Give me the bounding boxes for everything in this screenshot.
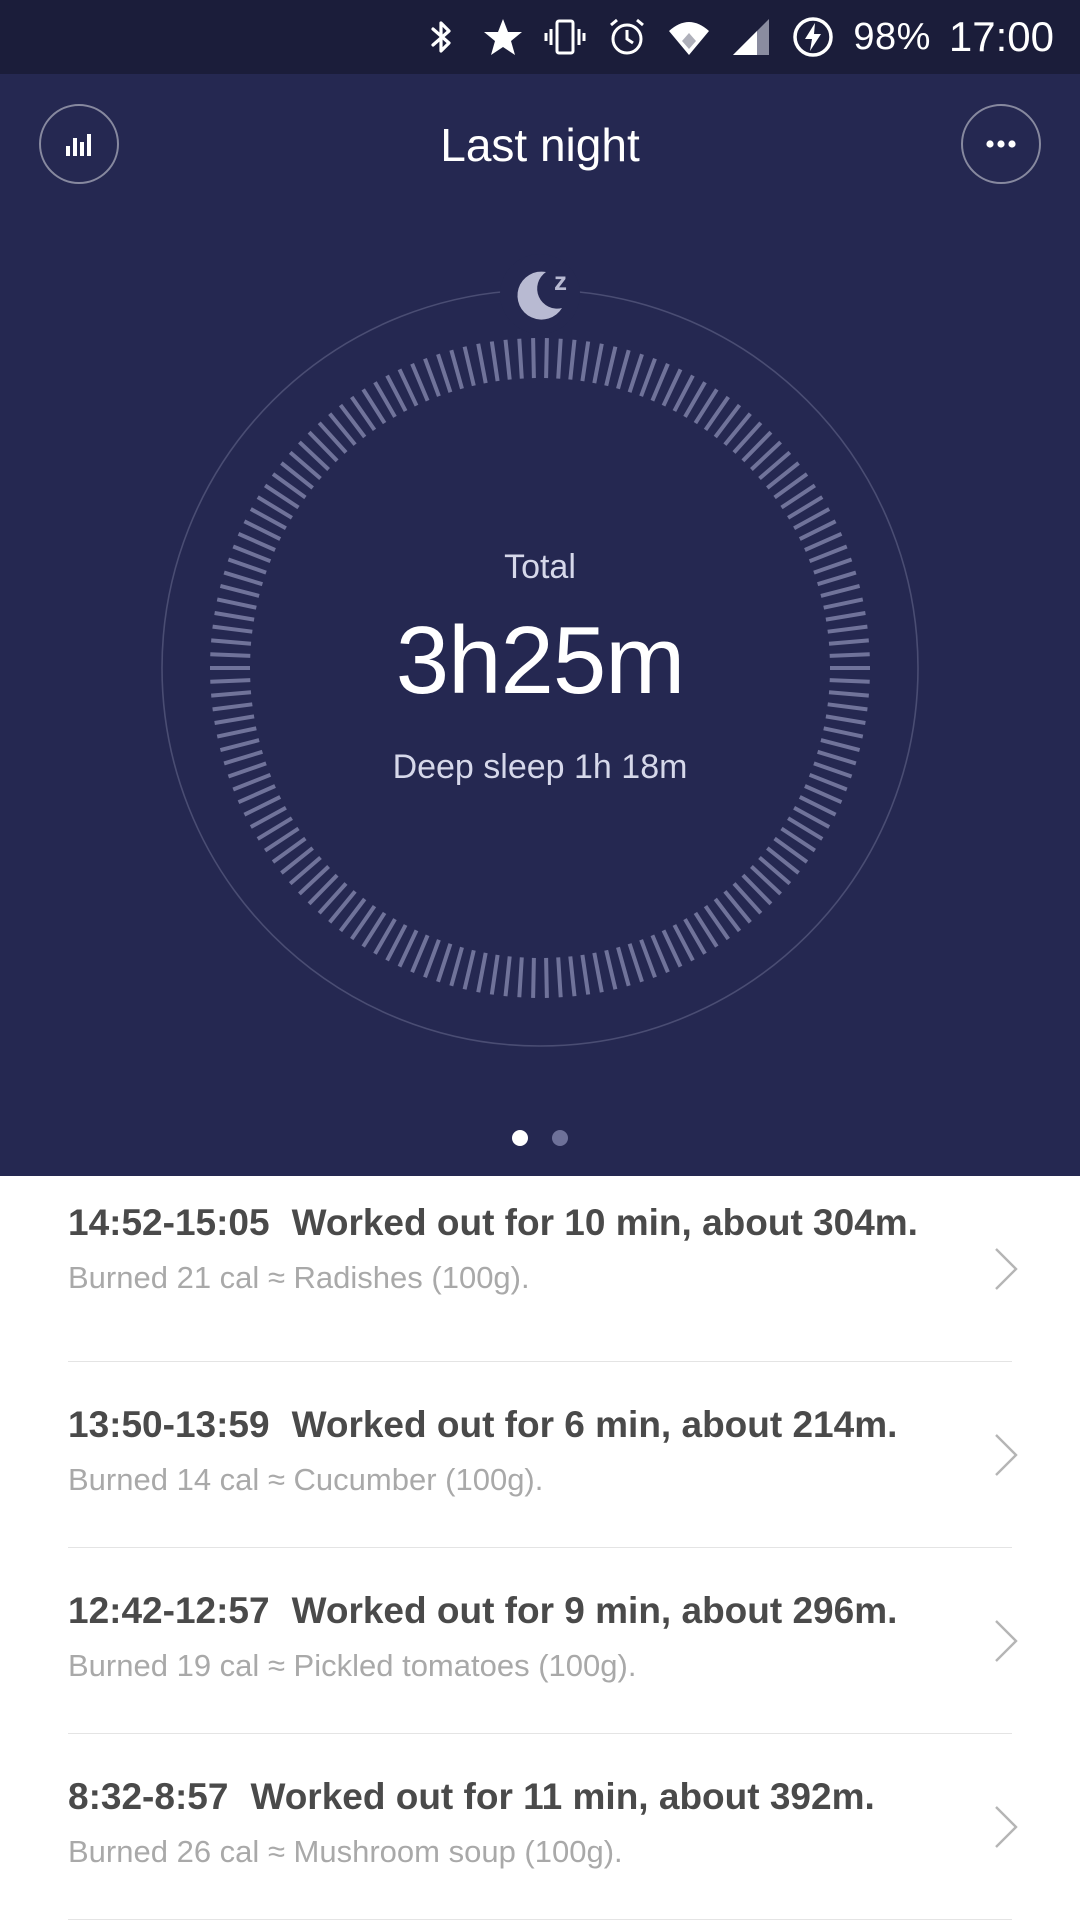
- dial-tick: [650, 363, 670, 402]
- list-item[interactable]: 12:42-12:57 Worked out for 9 min, about 2…: [68, 1548, 1018, 1734]
- battery-percent: 98%: [853, 15, 931, 58]
- list-item[interactable]: 13:50-13:59 Worked out for 6 min, about 2…: [68, 1362, 1018, 1548]
- dial-tick: [449, 349, 464, 390]
- dial-tick: [556, 957, 563, 998]
- page-title: Last night: [440, 119, 640, 171]
- dial-tick: [531, 338, 536, 379]
- clock-time: 17:00: [948, 13, 1054, 60]
- dial-tick: [580, 341, 591, 382]
- item-subtitle: Burned 26 cal ≈ Mushroom soup (100g).: [68, 1834, 623, 1869]
- dial-tick: [503, 339, 512, 380]
- dial-tick: [616, 946, 631, 987]
- chevron-right-icon: [986, 1243, 1026, 1295]
- dial-tick: [804, 784, 843, 805]
- item-subtitle: Burned 14 cal ≈ Cucumber (100g).: [68, 1462, 544, 1497]
- chevron-right-icon: [986, 1429, 1026, 1481]
- chevron-right-icon: [986, 1615, 1026, 1667]
- dial-tick: [214, 714, 255, 725]
- item-title: 8:32-8:57 Worked out for 11 min, about 39…: [68, 1772, 968, 1822]
- dial-tick: [627, 353, 644, 393]
- dial-tick: [580, 954, 591, 995]
- dial-tick: [604, 346, 618, 387]
- dial-tick: [544, 338, 549, 379]
- dial-tick: [825, 714, 866, 725]
- total-label: Total: [504, 548, 576, 586]
- alarm-icon: [605, 15, 649, 59]
- page-indicator[interactable]: [0, 1130, 1080, 1146]
- item-description: Worked out for 9 min, about 296m.: [291, 1590, 898, 1631]
- dial-tick: [627, 943, 644, 983]
- status-bar: 98% 17:00: [0, 0, 1080, 74]
- dial-tick: [219, 583, 260, 598]
- item-title: 12:42-12:57 Worked out for 9 min, about 2…: [68, 1586, 968, 1636]
- activity-list: 14:52-15:05 Worked out for 10 min, about …: [0, 1176, 1080, 1920]
- dial-tick: [820, 583, 861, 598]
- more-button[interactable]: [961, 104, 1041, 184]
- item-title: 14:52-15:05 Worked out for 10 min, about …: [68, 1198, 968, 1248]
- dial-tick: [237, 784, 276, 805]
- item-subtitle: Burned 19 cal ≈ Pickled tomatoes (100g).: [68, 1648, 637, 1683]
- dial-tick: [410, 363, 430, 402]
- dial-tick: [823, 726, 864, 739]
- item-subtitle: Burned 21 cal ≈ Radishes (100g).: [68, 1260, 530, 1295]
- more-icon: [986, 140, 1016, 148]
- item-time: 8:32-8:57: [68, 1776, 229, 1817]
- list-item[interactable]: 14:52-15:05 Worked out for 10 min, about …: [68, 1176, 1018, 1362]
- total-sleep-value: 3h25m: [395, 607, 686, 714]
- dial-tick: [216, 726, 257, 739]
- dial-tick: [462, 346, 476, 387]
- dial-tick: [489, 954, 500, 995]
- item-title: 13:50-13:59 Worked out for 6 min, about 2…: [68, 1400, 968, 1450]
- dial-tick: [616, 349, 631, 390]
- vibrate-icon: [543, 15, 587, 59]
- signal-icon: [729, 15, 773, 59]
- dial-tick: [436, 353, 453, 393]
- chevron-right-icon: [986, 1801, 1026, 1853]
- dial-tick: [592, 952, 604, 993]
- dial-tick: [650, 934, 670, 973]
- dial-tick: [639, 939, 657, 978]
- dial-tick: [568, 339, 577, 380]
- bluetooth-icon: [419, 15, 463, 59]
- dial-tick: [476, 343, 488, 384]
- item-description: Worked out for 6 min, about 214m.: [291, 1404, 898, 1445]
- svg-text:z: z: [554, 266, 567, 296]
- dial-tick: [436, 943, 453, 983]
- moon-sleep-icon: z: [500, 254, 580, 334]
- dial-tick: [476, 952, 488, 993]
- item-time: 12:42-12:57: [68, 1590, 270, 1631]
- dial-tick: [423, 939, 441, 978]
- deep-sleep-label: Deep sleep 1h 18m: [392, 748, 688, 786]
- dial-tick: [531, 957, 536, 998]
- battery-charging-icon: [791, 15, 835, 59]
- item-description: Worked out for 10 min, about 304m.: [291, 1202, 918, 1243]
- dial-tick: [568, 956, 577, 997]
- item-description: Worked out for 11 min, about 392m.: [250, 1776, 875, 1817]
- dial-tick: [449, 946, 464, 987]
- dial-tick: [592, 343, 604, 384]
- dial-tick: [604, 949, 618, 990]
- page-dot-1[interactable]: [512, 1130, 528, 1146]
- dial-tick: [489, 341, 500, 382]
- dial-tick: [410, 934, 430, 973]
- dial-tick: [517, 957, 524, 998]
- item-time: 13:50-13:59: [68, 1404, 270, 1445]
- dial-tick: [503, 956, 512, 997]
- item-time: 14:52-15:05: [68, 1202, 270, 1243]
- list-item[interactable]: 8:32-8:57 Worked out for 11 min, about 39…: [68, 1734, 1018, 1920]
- star-icon: [481, 15, 525, 59]
- page-dot-2[interactable]: [552, 1130, 568, 1146]
- dial-tick: [517, 338, 524, 379]
- dial-tick: [462, 949, 476, 990]
- dial-tick: [556, 338, 563, 379]
- wifi-icon: [667, 15, 711, 59]
- dial-tick: [544, 957, 549, 998]
- sleep-summary-panel[interactable]: z Last night Total 3h25m Deep sleep 1h 1…: [0, 74, 1080, 1176]
- dial-tick: [639, 358, 657, 397]
- dial-tick: [423, 358, 441, 397]
